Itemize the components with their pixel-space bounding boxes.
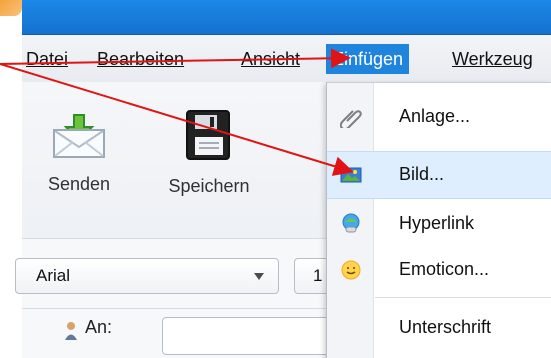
mail-compose-window: Datei Bearbeiten Ansicht Einfügen Werkze… [0, 0, 551, 358]
save-button[interactable]: Speichern [159, 107, 259, 217]
chevron-down-icon [254, 273, 264, 280]
menu-separator [375, 297, 551, 298]
menu-ansicht[interactable]: Ansicht [241, 47, 300, 71]
person-icon [65, 322, 77, 340]
insert-menu-item-image[interactable]: Bild... [327, 151, 551, 199]
recipient-label: An: [85, 317, 113, 337]
font-family-value: Arial [36, 266, 71, 285]
insert-menu-item-signature[interactable]: Unterschrift [327, 305, 551, 353]
menu-datei[interactable]: Datei [26, 47, 68, 71]
insert-menu-item-hyperlink[interactable]: Hyperlink [327, 201, 551, 249]
send-label: Senden [47, 174, 111, 194]
insert-menu-item-emoticon[interactable]: Emoticon... [327, 247, 551, 295]
image-icon [340, 167, 362, 183]
smiley-icon [341, 260, 361, 280]
mail-send-icon [53, 114, 105, 158]
menu-bar: Datei Bearbeiten Ansicht Einfügen Werkze… [22, 35, 551, 83]
menu-werkzeug[interactable]: Werkzeug [452, 47, 533, 71]
recipient-input[interactable] [162, 317, 344, 355]
save-label: Speichern [168, 176, 250, 196]
menu-bearbeiten[interactable]: Bearbeiten [97, 47, 184, 71]
insert-menu-label-hyperlink: Hyperlink [399, 213, 475, 233]
paperclip-icon [340, 110, 362, 128]
menu-einfuegen[interactable]: Einfügen [326, 44, 410, 74]
insert-menu-label-attachment: Anlage... [399, 106, 471, 126]
insert-menu-label-image: Bild... [399, 164, 445, 184]
font-size-value: 1 [313, 266, 323, 285]
window-accent-tab [0, 0, 22, 16]
left-frame [0, 16, 22, 358]
insert-dropdown-menu: Anlage... Bild... Hyperlink Emoticon... … [326, 82, 551, 358]
globe-link-icon [342, 213, 360, 233]
insert-menu-label-emoticon: Emoticon... [399, 259, 490, 279]
insert-menu-item-attachment[interactable]: Anlage... [327, 94, 551, 142]
font-family-select[interactable]: Arial [15, 258, 279, 294]
title-bar [22, 0, 551, 35]
insert-menu-label-signature: Unterschrift [399, 317, 492, 337]
floppy-disk-icon [186, 110, 230, 160]
send-button[interactable]: Senden [29, 107, 129, 217]
